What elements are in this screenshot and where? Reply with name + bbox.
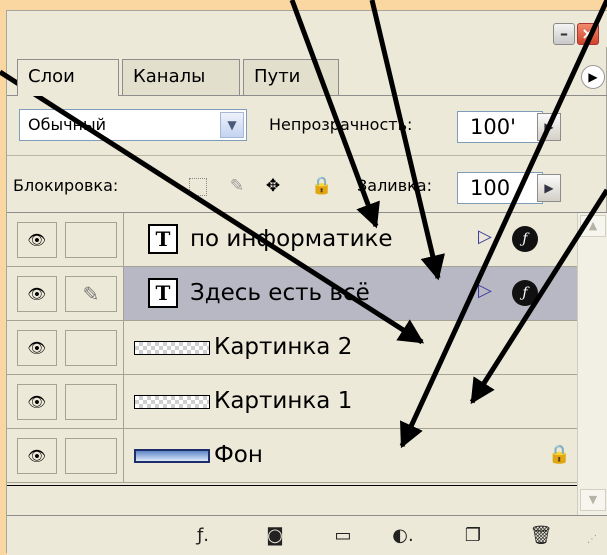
expand-effects-icon[interactable]: ▷ [478, 280, 492, 301]
opacity-slider-button[interactable]: ▶ [537, 113, 561, 141]
layer-content[interactable]: Картинка 2 [123, 321, 578, 374]
opacity-field[interactable]: 100' [457, 111, 543, 143]
layer-content[interactable]: T по информатике ▷ ƒ [123, 213, 578, 266]
tab-layers[interactable]: Слои [17, 59, 119, 96]
tab-paths-label: Пути [254, 66, 301, 87]
layer-row[interactable]: 👁 Картинка 1 [7, 375, 577, 429]
layer-name: по информатике [190, 226, 393, 252]
layer-row[interactable]: 👁 T по информатике ▷ ƒ [7, 213, 577, 267]
layer-link-cell[interactable] [65, 384, 117, 420]
fill-slider-button[interactable]: ▶ [537, 174, 561, 202]
layer-name: Картинка 1 [214, 388, 353, 414]
layer-thumbnail [134, 395, 210, 409]
close-button[interactable]: × [577, 23, 599, 45]
folder-icon[interactable]: ▭ [329, 524, 357, 548]
adjustment-icon[interactable]: ◐. [389, 524, 417, 548]
layer-link-cell[interactable] [65, 222, 117, 258]
brush-icon[interactable]: ✎ [65, 276, 117, 312]
opacity-value: 100' [470, 115, 516, 139]
minimize-button[interactable]: – [553, 23, 575, 45]
lock-brush-icon[interactable]: ✎ [227, 176, 247, 196]
fill-label: Заливка: [357, 176, 432, 195]
text-layer-icon: T [148, 278, 178, 308]
tab-channels-label: Каналы [133, 66, 206, 87]
layer-name: Картинка 2 [214, 334, 353, 360]
tab-bar: Слои Каналы Пути ▶ [7, 53, 607, 96]
chevron-down-icon[interactable]: ▼ [220, 112, 244, 138]
layer-link-cell[interactable] [65, 438, 117, 474]
eye-icon[interactable]: 👁 [17, 276, 57, 312]
resize-grip-icon[interactable]: ⋰ [587, 534, 597, 545]
fx-icon[interactable]: ƒ [512, 226, 538, 252]
layer-name: Фон [214, 442, 263, 468]
link-fx-icon[interactable]: ƒ. [189, 524, 217, 548]
blend-opacity-row: Обычный ▼ Непрозрачность: 100' ▶ [7, 97, 607, 156]
layer-content[interactable]: Картинка 1 [123, 375, 578, 428]
lock-label: Блокировка: [13, 176, 119, 195]
lock-icon: 🔒 [548, 444, 571, 465]
lock-move-icon[interactable]: ✥ [263, 176, 283, 196]
layers-scrollbar[interactable]: ▲ ▼ [577, 213, 607, 515]
layers-bottom-bar: ƒ. ◙ ▭ ◐. ❐ 🗑 ⋰ [7, 515, 607, 555]
trash-icon[interactable]: 🗑 [527, 524, 555, 548]
layers-empty-area [7, 485, 577, 516]
tab-paths[interactable]: Пути [243, 59, 339, 95]
blend-mode-select[interactable]: Обычный ▼ [19, 109, 247, 141]
text-layer-icon: T [148, 224, 178, 254]
eye-icon[interactable]: 👁 [17, 330, 57, 366]
layer-thumbnail [134, 341, 210, 355]
eye-icon[interactable]: 👁 [17, 222, 57, 258]
blend-mode-value: Обычный [28, 115, 107, 134]
scroll-down-icon[interactable]: ▼ [580, 489, 606, 511]
tab-layers-label: Слои [28, 66, 75, 87]
layer-content[interactable]: Фон 🔒 [123, 429, 578, 482]
expand-effects-icon[interactable]: ▷ [478, 226, 492, 247]
layer-thumbnail [134, 449, 210, 463]
layers-panel: – × Слои Каналы Пути ▶ Обычный ▼ Непрозр… [6, 10, 607, 555]
panel-menu-button[interactable]: ▶ [581, 65, 605, 89]
new-layer-icon[interactable]: ❐ [459, 524, 487, 548]
eye-icon[interactable]: 👁 [17, 438, 57, 474]
lock-all-icon[interactable]: 🔒 [311, 176, 332, 196]
eye-icon[interactable]: 👁 [17, 384, 57, 420]
layer-content[interactable]: T Здесь есть всё ▷ ƒ [123, 267, 578, 320]
lock-transparency-icon[interactable] [189, 178, 207, 196]
fill-field[interactable]: 100 [457, 172, 543, 204]
layers-list: 👁 T по информатике ▷ ƒ 👁 ✎ T Здесь есть … [7, 213, 578, 485]
lock-fill-row: Блокировка: ✎ ✥ 🔒 Заливка: 100 ▶ [7, 156, 607, 213]
fx-icon[interactable]: ƒ [512, 280, 538, 306]
layer-link-cell[interactable] [65, 330, 117, 366]
mask-icon[interactable]: ◙ [261, 524, 289, 548]
fill-value: 100 [470, 176, 511, 200]
panel-titlebar: – × [7, 11, 607, 47]
layer-row-selected[interactable]: 👁 ✎ T Здесь есть всё ▷ ƒ [7, 267, 578, 321]
layer-row[interactable]: 👁 Картинка 2 [7, 321, 577, 375]
opacity-label: Непрозрачность: [269, 115, 413, 134]
layer-name: Здесь есть всё [190, 280, 370, 306]
tab-channels[interactable]: Каналы [122, 59, 240, 95]
scroll-up-icon[interactable]: ▲ [580, 215, 606, 237]
layer-row[interactable]: 👁 Фон 🔒 [7, 429, 577, 483]
